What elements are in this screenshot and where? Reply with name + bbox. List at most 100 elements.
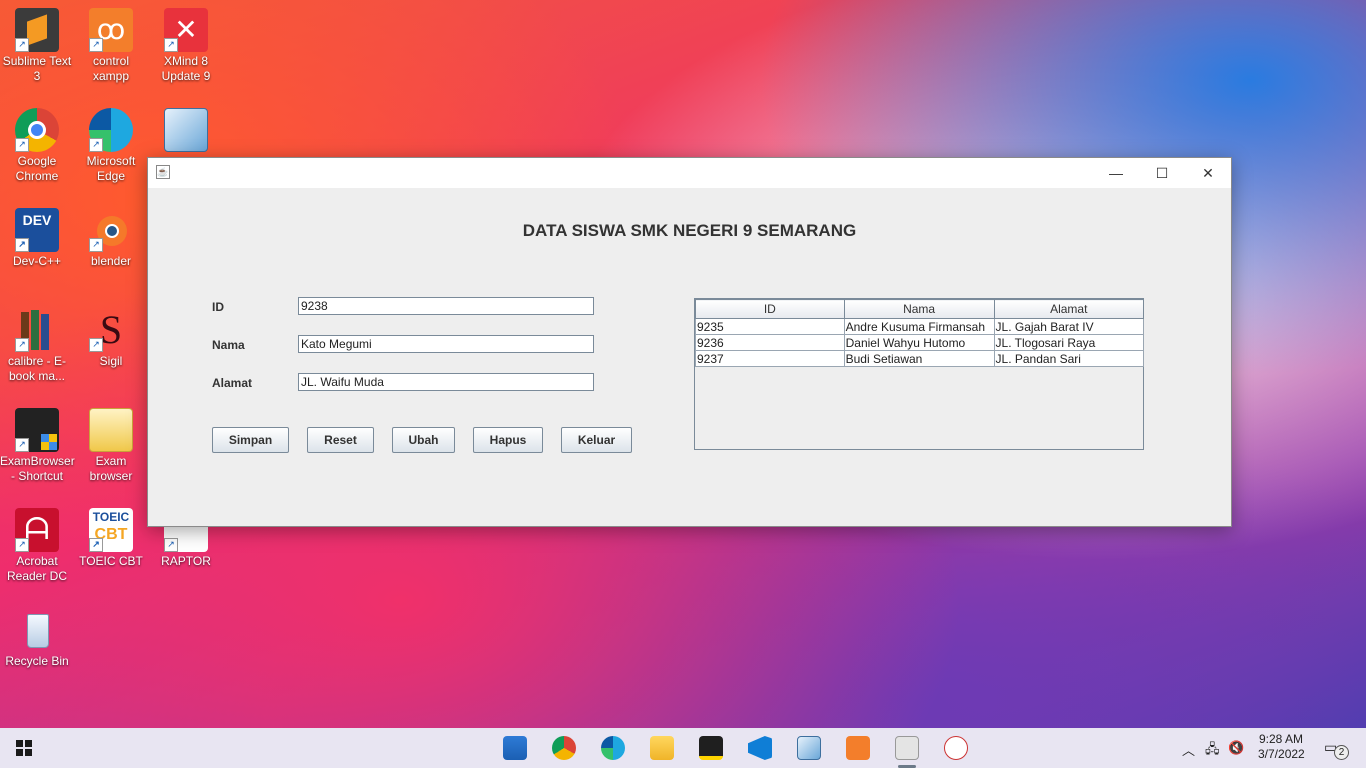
chrome-icon: ↗ bbox=[15, 108, 59, 152]
title-bar[interactable]: ☕ — ☐ ✕ bbox=[148, 158, 1231, 188]
desktop-icon-control-xampp[interactable]: ꝏ ↗ control xampp bbox=[74, 8, 148, 84]
notification-badge: 2 bbox=[1334, 745, 1349, 760]
id-field[interactable] bbox=[298, 297, 594, 315]
edge-icon[interactable] bbox=[601, 736, 625, 760]
desktop-icon-label: ExamBrowser - Shortcut bbox=[0, 454, 75, 483]
blender-icon: ↗ bbox=[89, 208, 133, 252]
table-header-row: ID Nama Alamat bbox=[695, 299, 1145, 319]
sticky-notes-icon[interactable] bbox=[699, 736, 723, 760]
simpan-button[interactable]: Simpan bbox=[212, 427, 289, 453]
column-header-nama[interactable]: Nama bbox=[843, 299, 995, 319]
toeic-icon: TOEIC CBT ↗ bbox=[89, 508, 133, 552]
sublime-text-icon: ↗ bbox=[15, 8, 59, 52]
calibre-icon: ↗ bbox=[15, 308, 59, 352]
desktop-icon-blender[interactable]: ↗ blender bbox=[74, 208, 148, 269]
table-row[interactable]: 9237 Budi Setiawan JL. Pandan Sari bbox=[695, 350, 1145, 367]
raptor-icon[interactable] bbox=[944, 736, 968, 760]
app-window: ☕ — ☐ ✕ DATA SISWA SMK NEGERI 9 SEMARANG… bbox=[147, 157, 1232, 527]
alamat-label: Alamat bbox=[212, 376, 253, 390]
desktop-icon-label: Sigil bbox=[99, 354, 123, 368]
desktop-icon-dev-cpp[interactable]: DEV ↗ Dev-C++ bbox=[0, 208, 74, 269]
desktop-icon-sigil[interactable]: S ↗ Sigil bbox=[74, 308, 148, 369]
maximize-button[interactable]: ☐ bbox=[1139, 158, 1185, 188]
table-cell: JL. Tlogosari Raya bbox=[993, 334, 1145, 351]
alamat-field[interactable] bbox=[298, 373, 594, 391]
close-button[interactable]: ✕ bbox=[1185, 158, 1231, 188]
table-row[interactable]: 9236 Daniel Wahyu Hutomo JL. Tlogosari R… bbox=[695, 334, 1145, 351]
chevron-up-icon[interactable]: ︿ bbox=[1182, 740, 1195, 759]
desktop-icon-acrobat-reader[interactable]: ᗩ ↗ Acrobat Reader DC bbox=[0, 508, 74, 584]
desktop-icon-label: control xampp bbox=[92, 54, 130, 83]
desktop-icon-label: RAPTOR bbox=[161, 554, 211, 568]
desktop-icon-label: Google Chrome bbox=[15, 154, 59, 183]
java-icon[interactable] bbox=[895, 736, 919, 760]
table-cell: 9235 bbox=[695, 318, 845, 335]
windows-icon bbox=[16, 740, 32, 756]
table-cell: 9237 bbox=[695, 350, 845, 367]
acrobat-icon: ᗩ ↗ bbox=[15, 508, 59, 552]
column-header-alamat[interactable]: Alamat bbox=[993, 299, 1145, 319]
taskbar: ︿ 🖧 🔇 9:28 AM 3/7/2022 ▭ 2 bbox=[0, 728, 1366, 768]
desktop-icon-label: Sublime Text 3 bbox=[2, 54, 72, 83]
volume-muted-icon[interactable]: 🔇 bbox=[1228, 740, 1244, 756]
vscode-icon[interactable] bbox=[748, 736, 772, 760]
folder-icon bbox=[89, 408, 133, 452]
desktop-icon-label: Recycle Bin bbox=[5, 654, 69, 668]
table-cell: Andre Kusuma Firmansah bbox=[843, 318, 995, 335]
table-cell: JL. Pandan Sari bbox=[993, 350, 1145, 367]
chrome-icon[interactable] bbox=[552, 736, 576, 760]
desktop-icon-label: blender bbox=[90, 254, 132, 268]
desktop-icon-label: Dev-C++ bbox=[12, 254, 62, 268]
netbeans-icon[interactable] bbox=[797, 736, 821, 760]
clock-time: 9:28 AM bbox=[1258, 732, 1304, 746]
desktop-icon-toeic-cbt[interactable]: TOEIC CBT ↗ TOEIC CBT bbox=[74, 508, 148, 569]
start-button[interactable] bbox=[16, 740, 32, 756]
java-app-icon: ☕ bbox=[156, 165, 170, 179]
table-row[interactable]: 9235 Andre Kusuma Firmansah JL. Gajah Ba… bbox=[695, 318, 1145, 335]
desktop-icon-label: Acrobat Reader DC bbox=[6, 554, 68, 583]
desktop-icon-label: calibre - E-book ma... bbox=[7, 354, 66, 383]
column-header-id[interactable]: ID bbox=[695, 299, 845, 319]
student-table[interactable]: ID Nama Alamat 9235 Andre Kusuma Firmans… bbox=[695, 299, 1145, 367]
nama-field[interactable] bbox=[298, 335, 594, 353]
ubah-button[interactable]: Ubah bbox=[392, 427, 455, 453]
file-explorer-icon[interactable] bbox=[650, 736, 674, 760]
desktop-icon-recycle-bin[interactable]: Recycle Bin bbox=[0, 608, 74, 669]
desktop-icon-microsoft-edge[interactable]: ↗ Microsoft Edge bbox=[74, 108, 148, 184]
desktop-icon-exambrowser-shortcut[interactable]: ↗ ExamBrowser - Shortcut bbox=[0, 408, 75, 484]
sigil-icon: S ↗ bbox=[89, 308, 133, 352]
reset-button[interactable]: Reset bbox=[307, 427, 374, 453]
desktop-icon-label: TOEIC CBT bbox=[79, 554, 143, 568]
nama-label: Nama bbox=[212, 338, 245, 352]
store-icon[interactable] bbox=[503, 736, 527, 760]
cube-icon bbox=[164, 108, 208, 152]
table-cell: JL. Gajah Barat IV bbox=[993, 318, 1145, 335]
minimize-button[interactable]: — bbox=[1093, 158, 1139, 188]
keluar-button[interactable]: Keluar bbox=[561, 427, 632, 453]
desktop-icon-xmind[interactable]: ✕ ↗ XMind 8 Update 9 bbox=[149, 8, 223, 84]
notification-icon[interactable]: ▭ 2 bbox=[1324, 739, 1349, 760]
desktop-icon-google-chrome[interactable]: ↗ Google Chrome bbox=[0, 108, 74, 184]
network-icon[interactable]: 🖧 bbox=[1205, 740, 1220, 762]
clock[interactable]: 9:28 AM 3/7/2022 bbox=[1258, 732, 1305, 762]
desktop-icon-label: Microsoft Edge bbox=[86, 154, 136, 183]
student-table-panel[interactable]: ID Nama Alamat 9235 Andre Kusuma Firmans… bbox=[694, 298, 1145, 450]
xampp-icon: ꝏ ↗ bbox=[89, 8, 133, 52]
desktop-icon-exam-browser[interactable]: Exam browser bbox=[74, 408, 148, 484]
hapus-button[interactable]: Hapus bbox=[473, 427, 543, 453]
page-title: DATA SISWA SMK NEGERI 9 SEMARANG bbox=[522, 221, 857, 240]
clock-date: 3/7/2022 bbox=[1258, 747, 1305, 761]
desktop-icon-label: XMind 8 Update 9 bbox=[161, 54, 211, 83]
edge-icon: ↗ bbox=[89, 108, 133, 152]
table-cell: Budi Setiawan bbox=[843, 350, 995, 367]
table-cell: Daniel Wahyu Hutomo bbox=[843, 334, 995, 351]
exambrowser-icon: ↗ bbox=[15, 408, 59, 452]
recycle-bin-icon bbox=[15, 608, 59, 652]
desktop-icon-label: Exam browser bbox=[89, 454, 133, 483]
desktop-icon-calibre[interactable]: ↗ calibre - E-book ma... bbox=[0, 308, 74, 384]
id-label: ID bbox=[212, 300, 224, 314]
desktop-icon-sublime-text[interactable]: ↗ Sublime Text 3 bbox=[0, 8, 74, 84]
xmind-icon: ✕ ↗ bbox=[164, 8, 208, 52]
desktop-icon-netbeans[interactable] bbox=[149, 108, 223, 154]
xampp-icon[interactable] bbox=[846, 736, 870, 760]
